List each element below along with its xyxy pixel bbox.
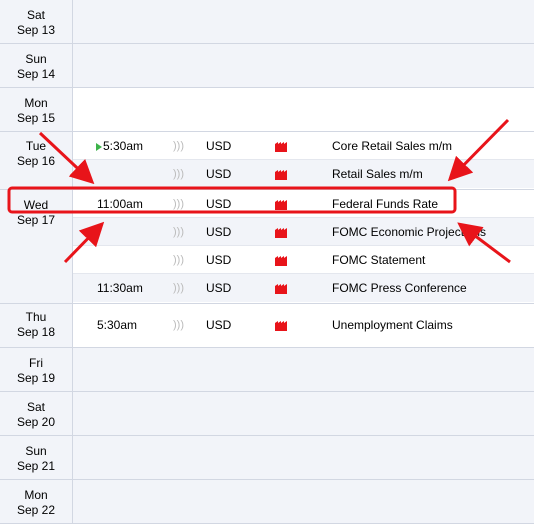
day-row: Sun Sep 21: [0, 436, 534, 480]
day-row: Mon Sep 15: [0, 88, 534, 132]
event-time: 5:30am: [96, 139, 143, 153]
day-row: Sun Sep 14: [0, 44, 534, 88]
event-name[interactable]: FOMC Economic Projections: [332, 225, 486, 239]
day-date: Mon Sep 15: [0, 88, 73, 131]
event-currency: USD: [206, 253, 232, 267]
factory-icon: [275, 169, 289, 183]
day-row: Mon Sep 22: [0, 480, 534, 524]
event-row[interactable]: 5:30am ))) USD Unemployment Claims: [73, 304, 534, 347]
event-row[interactable]: 5:30am ))) USD Core Retail Sales m/m: [73, 132, 534, 160]
event-currency: USD: [206, 318, 232, 332]
speaker-icon[interactable]: ))): [173, 225, 184, 239]
day-date: Tue Sep 16: [0, 132, 73, 189]
speaker-icon[interactable]: ))): [173, 281, 184, 295]
day-date: Sat Sep 13: [0, 0, 73, 43]
factory-icon: [275, 320, 289, 334]
speaker-icon[interactable]: ))): [173, 318, 184, 332]
event-row[interactable]: ))) USD FOMC Economic Projections: [73, 218, 534, 246]
event-row[interactable]: ))) USD Retail Sales m/m: [73, 160, 534, 188]
event-row[interactable]: 11:00am ))) USD Federal Funds Rate: [73, 190, 534, 218]
day-row: Thu Sep 18 5:30am ))) USD Unemployment Cl…: [0, 304, 534, 348]
speaker-icon[interactable]: ))): [173, 197, 184, 211]
factory-icon: [275, 255, 289, 269]
day-date: Sat Sep 20: [0, 392, 73, 435]
event-name[interactable]: Core Retail Sales m/m: [332, 139, 452, 153]
day-row: Sat Sep 20: [0, 392, 534, 436]
day-row: Fri Sep 19: [0, 348, 534, 392]
day-date: Fri Sep 19: [0, 348, 73, 391]
event-name[interactable]: FOMC Press Conference: [332, 281, 467, 295]
factory-icon: [275, 199, 289, 213]
event-time: 11:00am: [97, 197, 143, 211]
event-row[interactable]: 11:30am ))) USD FOMC Press Conference: [73, 274, 534, 302]
speaker-icon[interactable]: ))): [173, 167, 184, 181]
factory-icon: [275, 283, 289, 297]
event-currency: USD: [206, 139, 232, 153]
play-icon[interactable]: [96, 142, 102, 151]
event-currency: USD: [206, 281, 232, 295]
day-row: Sat Sep 13: [0, 0, 534, 44]
event-time: 5:30am: [97, 318, 138, 332]
event-currency: USD: [206, 197, 232, 211]
economic-calendar: Sat Sep 13 Sun Sep 14 Mon Sep 15 Tue Sep 16 …: [0, 0, 534, 524]
event-name[interactable]: FOMC Statement: [332, 253, 425, 267]
event-name[interactable]: Unemployment Claims: [332, 318, 453, 332]
day-date: Sun Sep 21: [0, 436, 73, 479]
factory-icon: [275, 141, 289, 155]
factory-icon: [275, 227, 289, 241]
event-name[interactable]: Retail Sales m/m: [332, 167, 423, 181]
day-row: Wed Sep 17 11:00am ))) USD Federal Funds …: [0, 190, 534, 304]
day-date: Wed Sep 17: [0, 190, 73, 303]
day-date: Mon Sep 22: [0, 480, 73, 523]
day-date: Thu Sep 18: [0, 304, 73, 347]
event-currency: USD: [206, 167, 232, 181]
event-row[interactable]: ))) USD FOMC Statement: [73, 246, 534, 274]
event-currency: USD: [206, 225, 232, 239]
speaker-icon[interactable]: ))): [173, 253, 184, 267]
day-date: Sun Sep 14: [0, 44, 73, 87]
event-name[interactable]: Federal Funds Rate: [332, 197, 438, 211]
day-row: Tue Sep 16 5:30am ))) USD Core Retail Sal…: [0, 132, 534, 190]
speaker-icon[interactable]: ))): [173, 139, 184, 153]
event-time: 11:30am: [97, 281, 143, 295]
